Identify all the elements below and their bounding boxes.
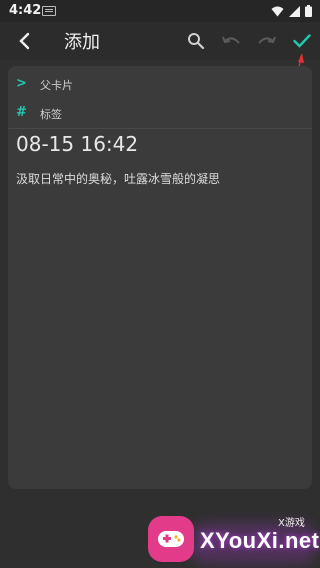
note-content[interactable]: 汲取日常中的奥秘，吐露冰雪般的凝思 [16,170,220,187]
tags-row[interactable]: # 标签 [8,101,312,125]
parent-card-icon: > [16,76,27,91]
parent-card-row[interactable]: > 父卡片 [8,72,312,96]
note-card: > 父卡片 # 标签 08-15 16:42 汲取日常中的奥秘，吐露冰雪般的凝思 [8,66,312,489]
watermark-name: XYouXi.net [200,528,320,553]
watermark-tag: X游戏 [278,518,305,529]
hash-icon: # [16,105,27,120]
note-datetime[interactable]: 08-15 16:42 [16,132,138,156]
gamepad-logo-icon [148,516,194,562]
divider [8,128,312,129]
tags-label: 标签 [40,108,62,121]
parent-card-label: 父卡片 [40,79,73,92]
watermark: X游戏 XYouXi.net [148,508,320,568]
